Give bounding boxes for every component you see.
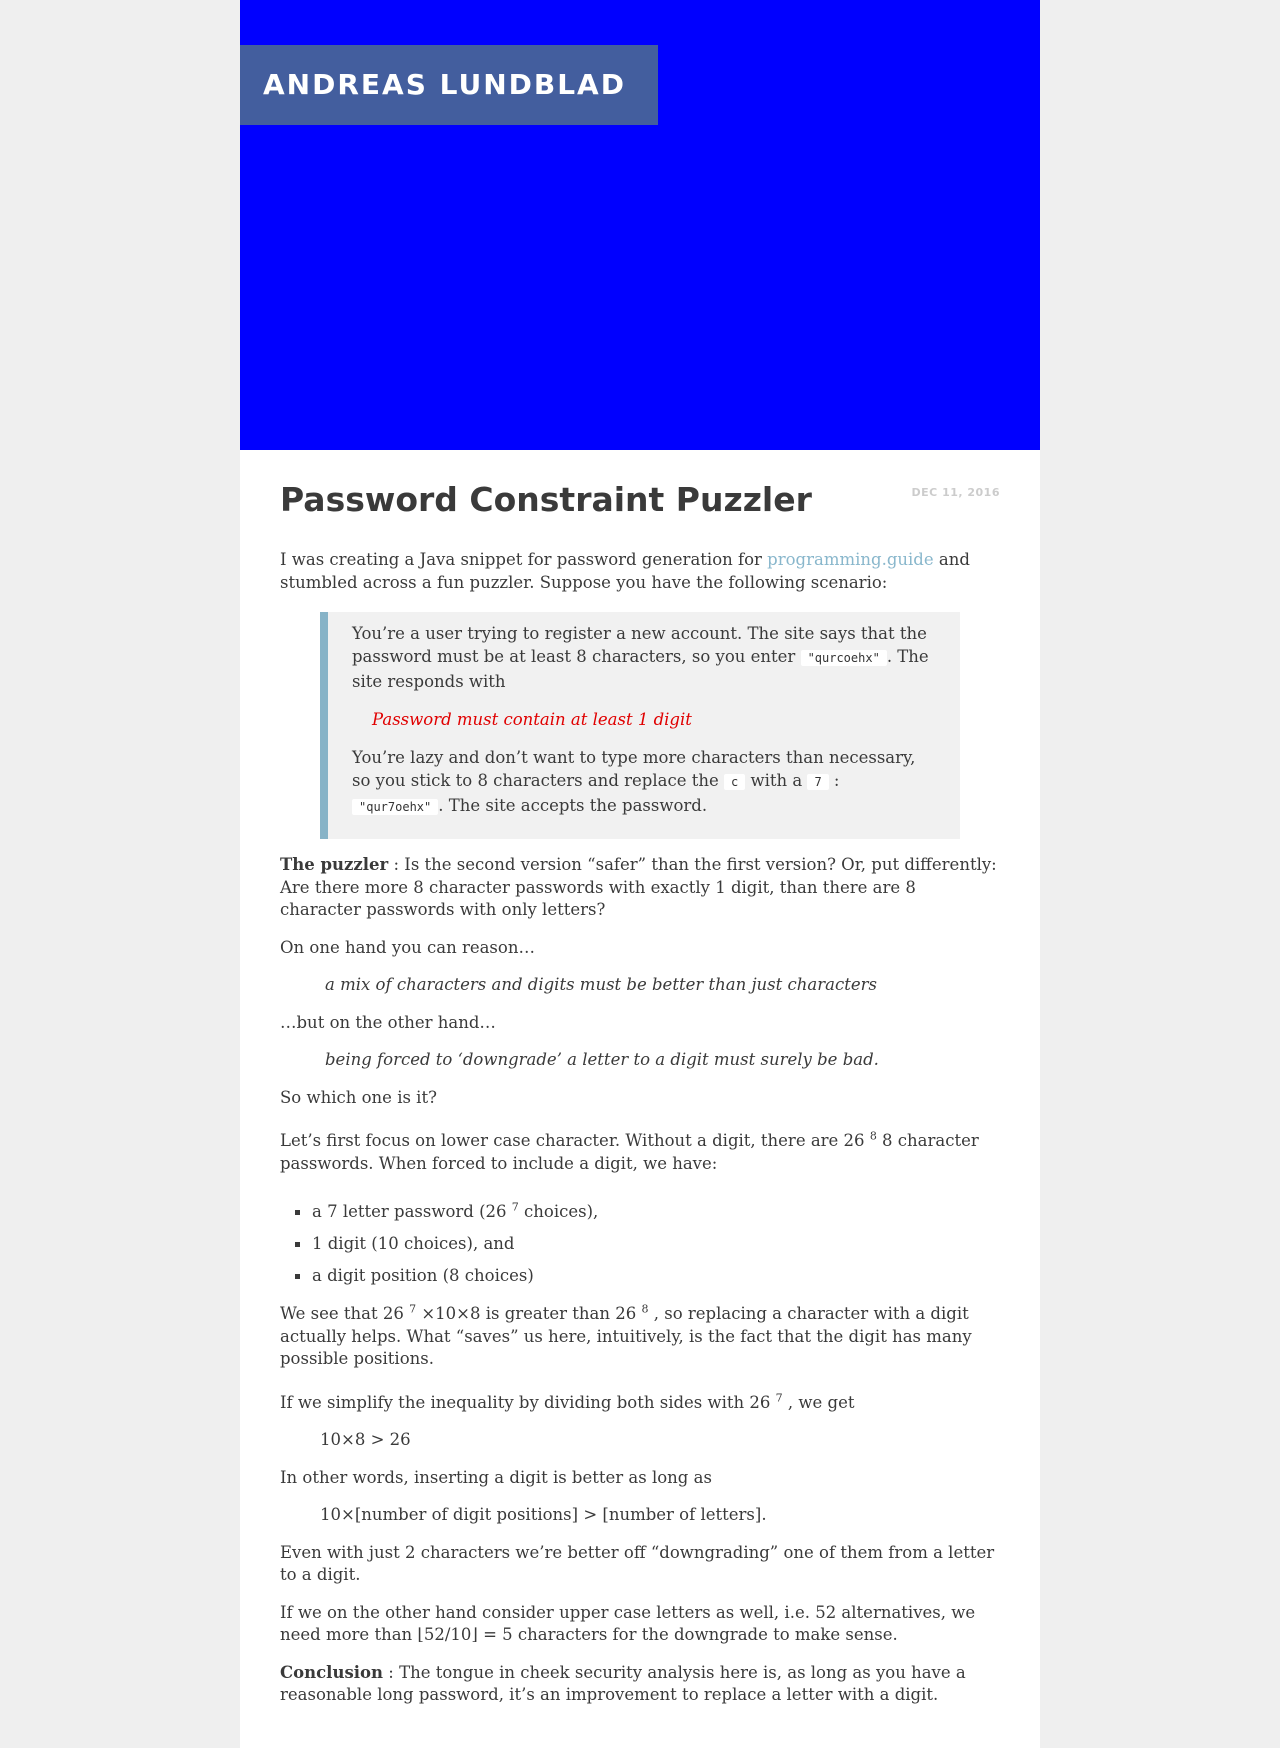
scenario-blockquote: You’re a user trying to register a new a… bbox=[320, 612, 960, 839]
scenario-paragraph-2: You’re lazy and don’t want to type more … bbox=[352, 748, 916, 815]
which-paragraph: So which one is it? bbox=[280, 1087, 437, 1107]
post-date: DEC 11, 2016 bbox=[911, 486, 1000, 499]
password-code-2: "qur7oehx" bbox=[352, 799, 439, 815]
hero-banner: ANDREAS LUNDBLAD bbox=[240, 0, 1040, 450]
char-code: c bbox=[723, 774, 746, 790]
bullet-icon bbox=[295, 1274, 300, 1279]
quote-mix: a mix of characters and digits must be b… bbox=[325, 975, 877, 994]
choices-list: a 7 letter password (26 7 choices), 1 di… bbox=[280, 1201, 1000, 1287]
conclusion-paragraph: Conclusion : The tongue in cheek securit… bbox=[280, 1662, 966, 1705]
list-item: a digit position (8 choices) bbox=[280, 1265, 1000, 1287]
scenario-paragraph-1: You’re a user trying to register a new a… bbox=[352, 624, 929, 691]
post-title: Password Constraint Puzzler bbox=[280, 480, 812, 519]
digit-code: 7 bbox=[807, 774, 829, 790]
even-paragraph: Even with just 2 characters we’re better… bbox=[280, 1542, 995, 1585]
programming-guide-link[interactable]: programming.guide bbox=[767, 550, 933, 569]
password-warning: Password must contain at least 1 digit bbox=[372, 710, 692, 729]
reason-paragraph: On one hand you can reason… bbox=[280, 937, 535, 957]
list-item: a 7 letter password (26 7 choices), bbox=[280, 1201, 1000, 1223]
password-code-1: "qurcoehx" bbox=[800, 650, 887, 666]
page: ANDREAS LUNDBLAD DEC 11, 2016 Password C… bbox=[240, 0, 1040, 1748]
simplify-paragraph: If we simplify the inequality by dividin… bbox=[280, 1391, 855, 1412]
other-hand-paragraph: …but on the other hand… bbox=[280, 1012, 496, 1032]
other-words-paragraph: In other words, inserting a digit is bet… bbox=[280, 1467, 712, 1487]
site-title[interactable]: ANDREAS LUNDBLAD bbox=[240, 45, 658, 125]
list-item: 1 digit (10 choices), and bbox=[280, 1233, 1000, 1255]
upper-paragraph: If we on the other hand consider upper c… bbox=[280, 1602, 976, 1645]
intro-paragraph: I was creating a Java snippet for passwo… bbox=[280, 550, 970, 592]
bullet-icon bbox=[295, 1242, 300, 1247]
bullet-icon bbox=[295, 1210, 300, 1215]
quote-downgrade: being forced to ‘downgrade’ a letter to … bbox=[325, 1050, 879, 1069]
puzzler-paragraph: The puzzler : Is the second version “saf… bbox=[280, 855, 997, 919]
article: DEC 11, 2016 Password Constraint Puzzler… bbox=[280, 450, 1000, 1707]
inequality-1: 10×8 > 26 bbox=[320, 1430, 411, 1449]
focus-paragraph: Let’s first focus on lower case characte… bbox=[280, 1129, 979, 1173]
inequality-2: 10×[number of digit positions] > [number… bbox=[320, 1505, 767, 1524]
see-paragraph: We see that 26 7 ×10×8 is greater than 2… bbox=[280, 1302, 972, 1369]
